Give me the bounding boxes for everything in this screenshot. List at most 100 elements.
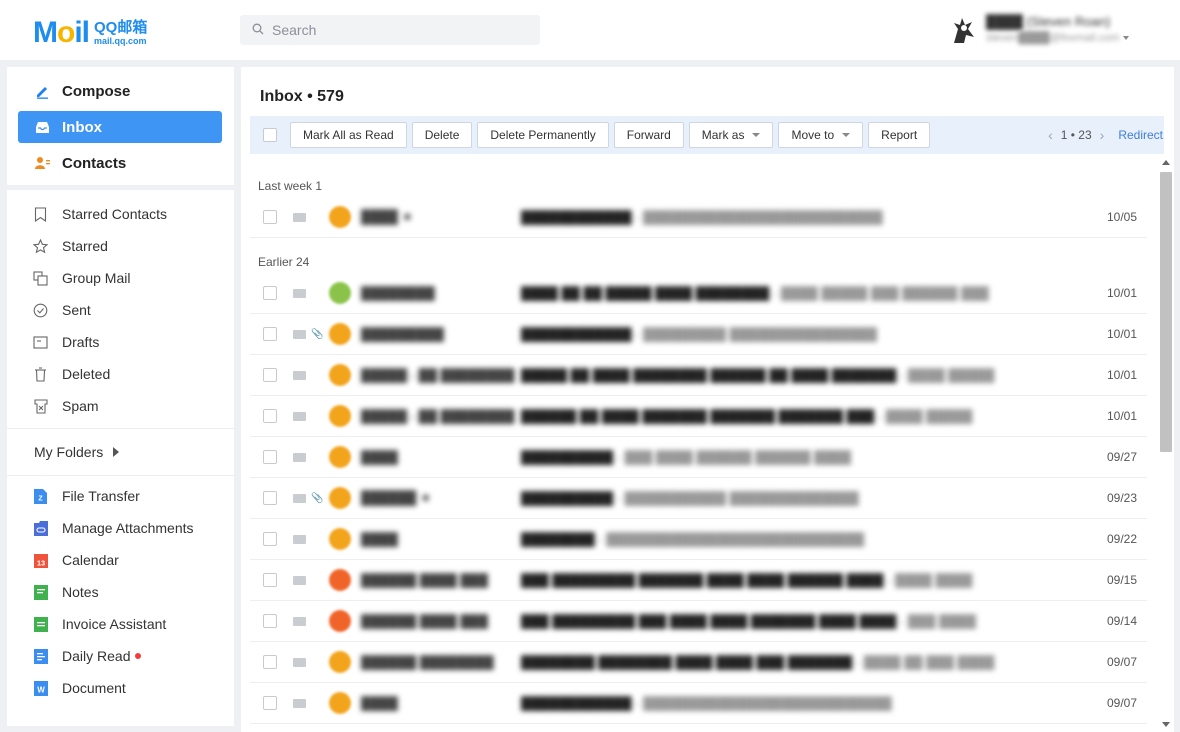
inbox-label: Inbox	[62, 118, 102, 136]
sender-avatar	[329, 282, 351, 304]
redirect-link[interactable]: Redirect	[1118, 128, 1163, 142]
row-checkbox[interactable]	[263, 532, 277, 546]
row-checkbox[interactable]	[263, 491, 277, 505]
next-page-icon[interactable]: ›	[1100, 127, 1105, 143]
compose-button[interactable]: Compose	[18, 75, 222, 107]
sidebar-item-spam[interactable]: Spam	[7, 390, 234, 422]
sidebar-item-deleted[interactable]: Deleted	[7, 358, 234, 390]
mail-date: 09/07	[1106, 655, 1137, 669]
preview: - ████ █████	[874, 408, 973, 424]
row-checkbox[interactable]	[263, 409, 277, 423]
sidebar-item-group-mail[interactable]: Group Mail	[7, 262, 234, 294]
delete-button[interactable]: Delete	[411, 122, 473, 148]
sidebar-item-starred-contacts[interactable]: Starred Contacts	[7, 198, 234, 230]
row-checkbox[interactable]	[263, 573, 277, 587]
sender-avatar	[329, 528, 351, 550]
mail-row[interactable]: ██████ ████ ███ ███ █████████ ███████ ███…	[250, 560, 1147, 601]
mail-date: 09/07	[1106, 696, 1137, 710]
mail-row[interactable]: 📎 █████████ ████████████ - █████████ █████…	[250, 314, 1147, 355]
calendar-icon: 13	[33, 553, 48, 568]
prev-page-icon[interactable]: ‹	[1048, 127, 1053, 143]
user-avatar-icon[interactable]	[950, 15, 976, 45]
mail-row[interactable]: ████ ★ ████████████ - ███████████████████…	[250, 197, 1147, 238]
row-checkbox[interactable]	[263, 450, 277, 464]
star-icon	[33, 238, 48, 254]
contacts-button[interactable]: Contacts	[18, 147, 222, 179]
search-input[interactable]	[272, 22, 512, 38]
my-folders-toggle[interactable]: My Folders	[7, 429, 234, 475]
mail-date: 09/14	[1106, 614, 1137, 628]
sender-name: ████ ★	[361, 209, 414, 224]
sender-avatar	[329, 323, 351, 345]
sidebar-item-drafts[interactable]: Drafts	[7, 326, 234, 358]
sidebar-item-calendar[interactable]: 13 Calendar	[7, 544, 234, 576]
row-checkbox[interactable]	[263, 614, 277, 628]
row-checkbox[interactable]	[263, 368, 277, 382]
mail-date: 09/27	[1106, 450, 1137, 464]
list-scrollbar[interactable]	[1158, 155, 1174, 732]
logo-title: QQ邮箱	[94, 19, 148, 36]
scroll-up-icon[interactable]	[1162, 160, 1170, 165]
mail-row[interactable]: ████ ████████ - █████████████████████████…	[250, 519, 1147, 560]
invoice-icon	[33, 616, 48, 632]
sidebar-item-notes[interactable]: Notes	[7, 576, 234, 608]
mail-toolbar: Mark All as Read Delete Delete Permanent…	[250, 116, 1164, 154]
row-checkbox[interactable]	[263, 286, 277, 300]
file-transfer-icon: Z	[33, 488, 48, 504]
sidebar-item-daily-read[interactable]: Daily Read	[7, 640, 234, 672]
mail-row[interactable]: █████ - ██ ████████ ██████ ██ ████ ██████…	[250, 396, 1147, 437]
sidebar-item-invoice-assistant[interactable]: Invoice Assistant	[7, 608, 234, 640]
mail-date: 09/22	[1106, 532, 1137, 546]
qq-mail-logo[interactable]: Moil QQ邮箱 mail.qq.com	[33, 14, 147, 48]
subject: ████████████ - █████████ ███████████████…	[521, 326, 877, 342]
sidebar-item-manage-attachments[interactable]: Manage Attachments	[7, 512, 234, 544]
group-mail-icon	[33, 270, 48, 286]
expand-arrow-icon	[113, 447, 120, 457]
mail-row[interactable]: ██████ ████ ███ ███ █████████ ███ ████ ██…	[250, 601, 1147, 642]
mark-all-read-button[interactable]: Mark All as Read	[290, 122, 407, 148]
mail-date: 09/15	[1106, 573, 1137, 587]
envelope-icon	[293, 370, 306, 380]
scroll-down-icon[interactable]	[1162, 722, 1170, 727]
mail-row[interactable]: 📎 ██████ ★ ██████████ - ███████████ ██████…	[250, 478, 1147, 519]
sidebar-item-sent[interactable]: Sent	[7, 294, 234, 326]
row-checkbox[interactable]	[263, 655, 277, 669]
mail-row[interactable]: ████ ████████████ - █████████████████████…	[250, 683, 1147, 724]
preview: - ██████████████████████████	[631, 209, 883, 225]
sidebar-item-starred[interactable]: Starred	[7, 230, 234, 262]
row-checkbox[interactable]	[263, 696, 277, 710]
mail-list: Last week 1 ████ ★ ████████████ - ████████…	[250, 162, 1147, 732]
envelope-icon	[293, 575, 306, 585]
forward-button[interactable]: Forward	[613, 122, 684, 148]
row-checkbox[interactable]	[263, 210, 277, 224]
search-box[interactable]	[240, 15, 540, 45]
user-account[interactable]: ████ (Steven Roan) steven████@foxmail.co…	[950, 14, 1130, 45]
select-all-checkbox[interactable]	[263, 128, 277, 142]
mark-as-dropdown[interactable]: Mark as	[688, 122, 774, 148]
report-button[interactable]: Report	[868, 122, 931, 148]
mail-row[interactable]: ████████ ████ ██ ██ █████ ████ ████████ -…	[250, 273, 1147, 314]
sender-name: ████	[361, 531, 398, 547]
mail-row[interactable]: ██████ ████████ ████████ ████████ ████ ██…	[250, 642, 1147, 683]
row-checkbox[interactable]	[263, 327, 277, 341]
inbox-button[interactable]: Inbox	[18, 111, 222, 143]
chevron-down-icon	[752, 133, 761, 137]
inbox-icon	[34, 119, 50, 135]
move-to-dropdown[interactable]: Move to	[778, 122, 864, 148]
bookmark-icon	[33, 206, 48, 222]
scroll-thumb[interactable]	[1160, 172, 1172, 452]
account-dropdown-icon[interactable]	[1123, 36, 1130, 41]
envelope-icon	[293, 212, 306, 222]
svg-text:W: W	[37, 685, 45, 694]
mail-date: 10/01	[1106, 327, 1137, 341]
page-title: Inbox • 579	[260, 88, 344, 105]
sidebar-item-file-transfer[interactable]: Z File Transfer	[7, 480, 234, 512]
subject: ██████ ██ ████ ███████ ███████ ███████ █…	[521, 408, 973, 424]
delete-permanently-button[interactable]: Delete Permanently	[477, 122, 609, 148]
mail-row[interactable]: ████ ██████████ - ███ ████ ██████ ██████ …	[250, 437, 1147, 478]
sender-avatar	[329, 610, 351, 632]
search-icon	[252, 23, 264, 38]
sidebar-item-document[interactable]: W Document	[7, 672, 234, 704]
envelope-icon	[293, 288, 306, 298]
mail-row[interactable]: █████ - ██ ████████ █████ ██ ████ ███████…	[250, 355, 1147, 396]
